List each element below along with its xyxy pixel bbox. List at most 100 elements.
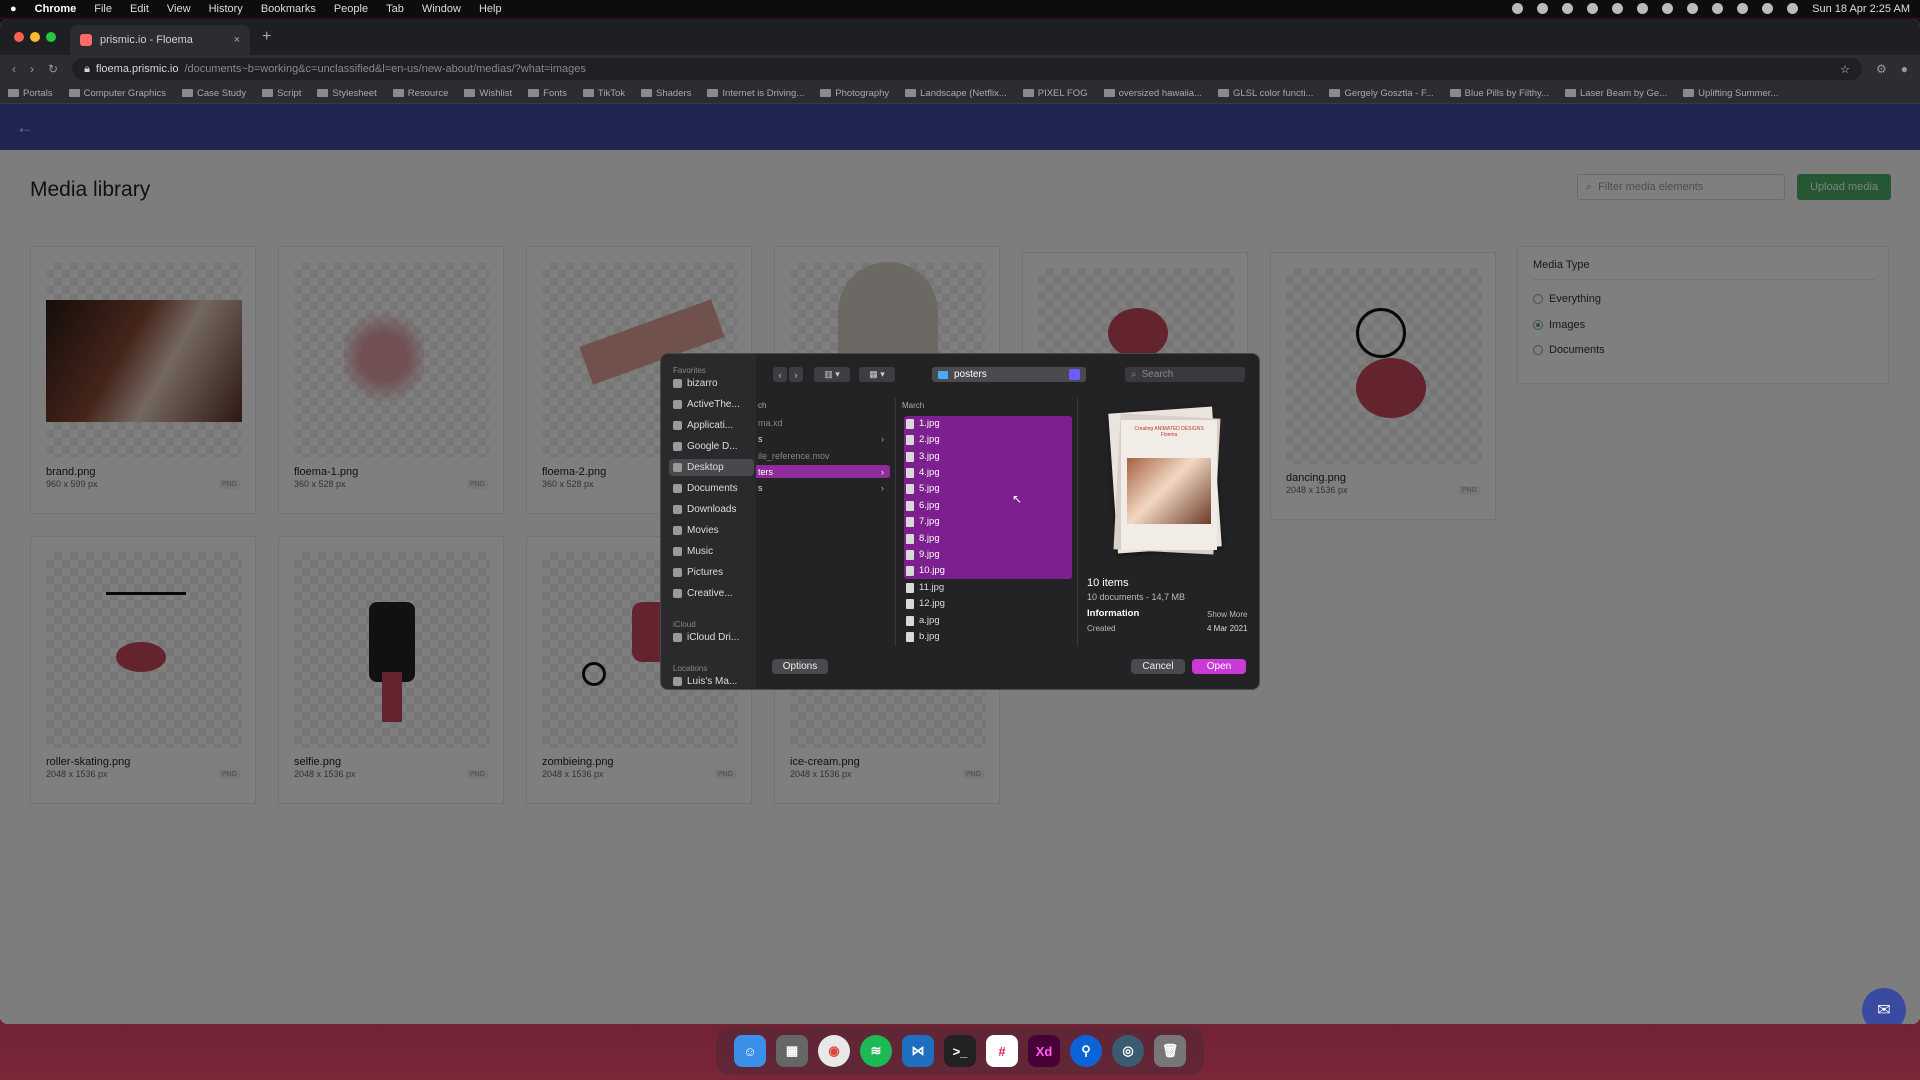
control-center-icon[interactable]: [1762, 3, 1774, 14]
bluetooth-icon[interactable]: [1687, 3, 1699, 14]
dock-maps-icon[interactable]: ⚲: [1070, 1035, 1102, 1067]
sidebar-item-music[interactable]: Music: [669, 543, 754, 560]
bookmark-item[interactable]: Wishlist: [464, 88, 512, 99]
sidebar-item-movies[interactable]: Movies: [669, 522, 754, 539]
file-row[interactable]: a.jpg: [906, 614, 940, 627]
tab-prismic[interactable]: prismic.io - Floema ×: [70, 25, 250, 55]
extensions-icon[interactable]: ⚙: [1876, 62, 1887, 76]
play-icon[interactable]: [1637, 3, 1649, 14]
creative-cloud-icon[interactable]: [1537, 3, 1549, 14]
menu-window[interactable]: Window: [422, 3, 461, 15]
file-row[interactable]: 7.jpg: [906, 515, 940, 528]
show-more-link[interactable]: Show More: [1207, 610, 1247, 619]
sidebar-item-creative-cloud[interactable]: Creative...: [669, 585, 754, 602]
menu-edit[interactable]: Edit: [130, 3, 149, 15]
chat-support-icon[interactable]: ✉: [1862, 988, 1906, 1024]
dock-xd-icon[interactable]: Xd: [1028, 1035, 1060, 1067]
list-item-posters[interactable]: ters ›: [756, 465, 890, 478]
dock-vscode-icon[interactable]: ⋈: [902, 1035, 934, 1067]
file-row[interactable]: 1.jpg: [906, 417, 940, 430]
sidebar-item-downloads[interactable]: Downloads: [669, 501, 754, 518]
menu-history[interactable]: History: [209, 3, 243, 15]
bookmark-item[interactable]: Computer Graphics: [68, 88, 166, 99]
menu-view[interactable]: View: [167, 3, 191, 15]
close-window-button[interactable]: [14, 32, 24, 42]
bookmark-item[interactable]: TikTok: [582, 88, 625, 99]
list-item[interactable]: s ›: [756, 432, 890, 445]
wifi-icon[interactable]: [1712, 3, 1724, 14]
folder-path-popup[interactable]: posters: [932, 367, 1086, 382]
sidebar-item-activetheory[interactable]: ActiveThe...: [669, 396, 754, 413]
menu-tab[interactable]: Tab: [386, 3, 404, 15]
menu-chrome[interactable]: Chrome: [35, 3, 77, 15]
dock-slack-icon[interactable]: #: [986, 1035, 1018, 1067]
new-tab-icon[interactable]: +: [262, 28, 271, 46]
group-by-icon[interactable]: ▦ ▾: [859, 367, 895, 382]
back-icon[interactable]: ‹: [773, 367, 787, 382]
file-row[interactable]: 5.jpg: [906, 482, 940, 495]
sidebar-item-mac[interactable]: Luis's Ma...: [669, 673, 754, 689]
list-item[interactable]: ma.xd: [756, 416, 890, 429]
menu-help[interactable]: Help: [479, 3, 502, 15]
close-tab-icon[interactable]: ×: [234, 34, 240, 46]
bookmark-item[interactable]: Case Study: [181, 88, 246, 99]
file-row[interactable]: b.jpg: [906, 630, 940, 643]
bookmark-item[interactable]: Photography: [820, 88, 889, 99]
sidebar-item-pictures[interactable]: Pictures: [669, 564, 754, 581]
list-item[interactable]: s ›: [756, 481, 890, 494]
forward-icon[interactable]: ›: [789, 367, 803, 382]
back-nav-icon[interactable]: ‹: [12, 62, 16, 76]
file-row[interactable]: 9.jpg: [906, 548, 940, 561]
bookmark-item[interactable]: Internet is Driving...: [707, 88, 804, 99]
bookmark-item[interactable]: Laser Beam by Ge...: [1564, 88, 1667, 99]
dock-launchpad-icon[interactable]: ▦: [776, 1035, 808, 1067]
dock-trash-icon[interactable]: 🗑︎: [1154, 1035, 1186, 1067]
minimize-window-button[interactable]: [30, 32, 40, 42]
view-columns-icon[interactable]: ▥ ▾: [814, 367, 850, 382]
battery-icon[interactable]: [1662, 3, 1674, 14]
bookmark-item[interactable]: Uplifting Summer...: [1683, 88, 1778, 99]
bookmark-item[interactable]: Shaders: [641, 88, 691, 99]
file-row[interactable]: 12.jpg: [906, 597, 945, 610]
dock-terminal-icon[interactable]: >_: [944, 1035, 976, 1067]
bookmark-item[interactable]: Resource: [392, 88, 448, 99]
bookmark-item[interactable]: Landscape (Netflix...: [905, 88, 1007, 99]
bookmark-item[interactable]: Gergely Gosztla - F...: [1329, 88, 1434, 99]
bookmark-item[interactable]: Script: [262, 88, 301, 99]
file-row[interactable]: 3.jpg: [906, 450, 940, 463]
bookmark-item[interactable]: oversized hawaiia...: [1103, 88, 1202, 99]
bookmark-item[interactable]: Fonts: [528, 88, 567, 99]
sidebar-item-google-drive[interactable]: Google D...: [669, 438, 754, 455]
forward-nav-icon[interactable]: ›: [30, 62, 34, 76]
file-row[interactable]: 10.jpg: [906, 564, 945, 577]
options-button[interactable]: Options: [772, 659, 828, 674]
file-row[interactable]: 2.jpg: [906, 433, 940, 446]
menu-bookmarks[interactable]: Bookmarks: [261, 3, 316, 15]
reload-icon[interactable]: ↻: [48, 62, 58, 76]
file-row[interactable]: 6.jpg: [906, 499, 940, 512]
menubar-clock[interactable]: Sun 18 Apr 2:25 AM: [1812, 3, 1910, 15]
bookmark-star-icon[interactable]: ☆: [1840, 63, 1850, 76]
dialog-search-input[interactable]: ⌕ Search: [1125, 367, 1245, 382]
dock-proxyman-icon[interactable]: ◎: [1112, 1035, 1144, 1067]
sidebar-item-documents[interactable]: Documents: [669, 480, 754, 497]
file-row[interactable]: 11.jpg: [906, 581, 944, 594]
menu-file[interactable]: File: [94, 3, 112, 15]
file-row[interactable]: 8.jpg: [906, 532, 940, 545]
spotlight-search-icon[interactable]: [1737, 3, 1749, 14]
menu-people[interactable]: People: [334, 3, 368, 15]
cancel-button[interactable]: Cancel: [1131, 659, 1185, 674]
siri-icon[interactable]: [1787, 3, 1799, 14]
zoom-window-button[interactable]: [46, 32, 56, 42]
profile-avatar-icon[interactable]: ●: [1901, 62, 1908, 76]
sidebar-item-applications[interactable]: Applicati...: [669, 417, 754, 434]
sidebar-item-bizarro[interactable]: bizarro: [669, 375, 754, 392]
sidebar-item-desktop[interactable]: Desktop: [669, 459, 754, 476]
bookmark-item[interactable]: GLSL color functi...: [1218, 88, 1313, 99]
record-icon[interactable]: [1512, 3, 1524, 14]
open-button[interactable]: Open: [1192, 659, 1246, 674]
cloud-icon[interactable]: [1562, 3, 1574, 14]
dock-spotify-icon[interactable]: ≋: [860, 1035, 892, 1067]
bookmark-item[interactable]: Stylesheet: [317, 88, 377, 99]
dock-chrome-icon[interactable]: ◉: [818, 1035, 850, 1067]
